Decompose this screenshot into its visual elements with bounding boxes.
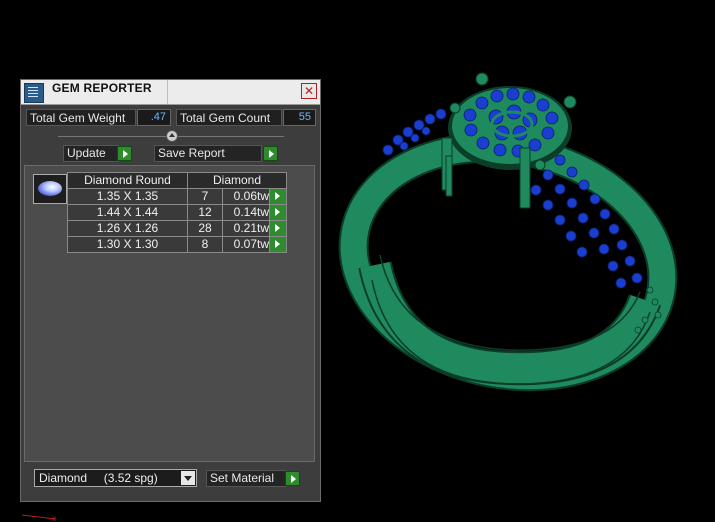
close-icon[interactable]: ✕ [301,83,317,99]
gem-weight-cell: 0.07tw [222,236,270,253]
table-row[interactable]: 1.30 X 1.30 8 0.07tw [67,236,287,253]
panel-title: GEM REPORTER [52,81,152,95]
table-row[interactable]: 1.26 X 1.26 28 0.21tw [67,220,287,237]
material-select[interactable]: Diamond (3.52 spg) [34,469,197,487]
total-gem-count-value: 55 [283,109,316,126]
chevron-down-icon[interactable] [181,471,195,485]
table-row[interactable]: 1.44 X 1.44 12 0.14tw [67,204,287,221]
gem-size-cell: 1.44 X 1.44 [67,204,188,221]
gem-table: Diamond Round Diamond 1.35 X 1.35 7 0.06… [67,172,287,253]
row-select-icon[interactable] [269,220,287,237]
save-report-button-label[interactable]: Save Report [154,145,262,162]
update-button-label[interactable]: Update [63,145,119,162]
titlebar-divider [167,80,168,104]
gem-count-cell: 8 [187,236,223,253]
gem-size-cell: 1.26 X 1.26 [67,220,188,237]
total-gem-count-label: Total Gem Count [176,109,282,126]
collapse-toggle-icon[interactable] [166,130,178,142]
gem-count-cell: 12 [187,204,223,221]
row-select-icon[interactable] [269,236,287,253]
gem-list-area: Diamond Round Diamond 1.35 X 1.35 7 0.06… [24,165,315,462]
gem-reporter-panel: GEM REPORTER ✕ Total Gem Weight .47 Tota… [20,79,321,502]
gem-size-cell: 1.35 X 1.35 [67,188,188,205]
update-go-icon[interactable] [117,146,132,161]
gem-material-header: Diamond [187,172,287,189]
table-row[interactable]: 1.35 X 1.35 7 0.06tw [67,188,287,205]
row-select-icon[interactable] [269,204,287,221]
row-select-icon[interactable] [269,188,287,205]
set-material-button-label[interactable]: Set Material [206,470,286,487]
gem-shape-header: Diamond Round [67,172,188,189]
gem-weight-cell: 0.06tw [222,188,270,205]
gem-count-cell: 28 [187,220,223,237]
svg-text:x: x [52,514,56,522]
total-gem-weight-value: .47 [137,109,171,126]
axis-gizmo: x [21,514,57,522]
set-material-go-icon[interactable] [285,471,300,486]
gem-size-cell: 1.30 X 1.30 [67,236,188,253]
gem-weight-cell: 0.21tw [222,220,270,237]
gem-weight-cell: 0.14tw [222,204,270,221]
gem-reporter-app-icon [24,83,44,103]
round-diamond-icon[interactable] [33,174,67,204]
panel-titlebar[interactable]: GEM REPORTER ✕ [21,80,320,105]
gem-table-header: Diamond Round Diamond [67,172,287,189]
material-select-value: Diamond (3.52 spg) [39,471,158,485]
gem-count-cell: 7 [187,188,223,205]
total-gem-weight-label: Total Gem Weight [26,109,136,126]
save-report-go-icon[interactable] [263,146,278,161]
